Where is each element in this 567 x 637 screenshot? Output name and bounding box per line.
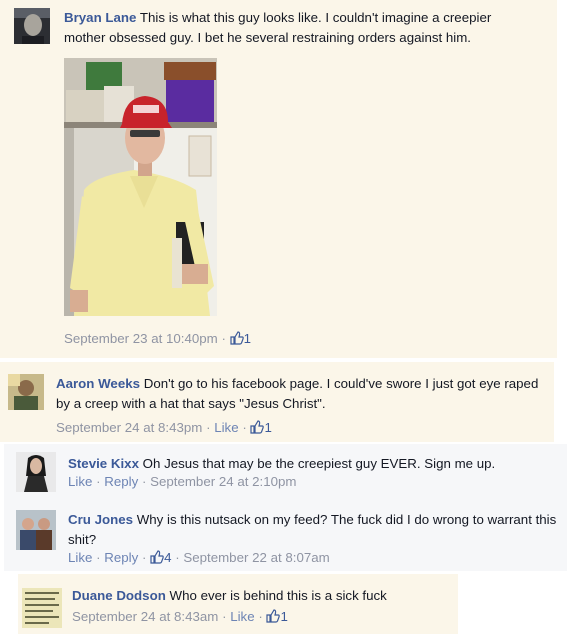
- comment-author[interactable]: Bryan Lane: [64, 10, 136, 25]
- like-count[interactable]: 1: [280, 609, 287, 624]
- thumbs-up-icon: [230, 331, 244, 345]
- avatar[interactable]: [8, 374, 44, 410]
- avatar[interactable]: [14, 8, 50, 44]
- comment-author[interactable]: Duane Dodson: [72, 588, 166, 603]
- like-link[interactable]: Like: [68, 474, 92, 489]
- comment-photo[interactable]: [64, 58, 217, 316]
- separator: ·: [96, 474, 101, 489]
- separator: ·: [258, 609, 263, 624]
- comment-body: Who ever is behind this is a sick fuck: [169, 588, 387, 603]
- comment-timestamp[interactable]: September 23 at 10:40pm: [64, 331, 218, 346]
- separator: ·: [222, 609, 227, 624]
- like-link[interactable]: Like: [68, 550, 92, 565]
- separator: ·: [206, 420, 211, 435]
- like-link[interactable]: Like: [214, 420, 238, 435]
- separator: ·: [141, 550, 147, 565]
- avatar[interactable]: [22, 588, 62, 628]
- like-count[interactable]: 4: [164, 550, 171, 565]
- separator: ·: [96, 550, 101, 565]
- reply-link[interactable]: Reply: [104, 550, 138, 565]
- comment-timestamp[interactable]: September 24 at 2:10pm: [150, 474, 296, 489]
- thumbs-up-icon: [250, 420, 265, 434]
- separator: ·: [221, 331, 226, 346]
- thumbs-up-icon: [266, 609, 281, 623]
- separator: ·: [141, 474, 147, 489]
- comment-timestamp[interactable]: September 24 at 8:43pm: [56, 420, 202, 435]
- thumbs-up-icon: [150, 550, 164, 564]
- comment-timestamp[interactable]: September 22 at 8:07am: [183, 550, 329, 565]
- reply-link[interactable]: Reply: [104, 474, 138, 489]
- like-link[interactable]: Like: [230, 609, 254, 624]
- comment-author[interactable]: Cru Jones: [68, 512, 133, 527]
- like-count[interactable]: 1: [244, 331, 251, 346]
- comment-body: Why is this nutsack on my feed? The fuck…: [68, 512, 557, 547]
- comment-timestamp[interactable]: September 24 at 8:43am: [72, 609, 218, 624]
- separator: ·: [175, 550, 180, 565]
- like-count[interactable]: 1: [264, 420, 271, 435]
- comment-author[interactable]: Stevie Kixx: [68, 456, 139, 471]
- comment-author[interactable]: Aaron Weeks: [56, 376, 140, 391]
- avatar[interactable]: [16, 510, 56, 550]
- separator: ·: [242, 420, 247, 435]
- avatar[interactable]: [16, 452, 56, 492]
- comment-body: Oh Jesus that may be the creepiest guy E…: [142, 456, 496, 471]
